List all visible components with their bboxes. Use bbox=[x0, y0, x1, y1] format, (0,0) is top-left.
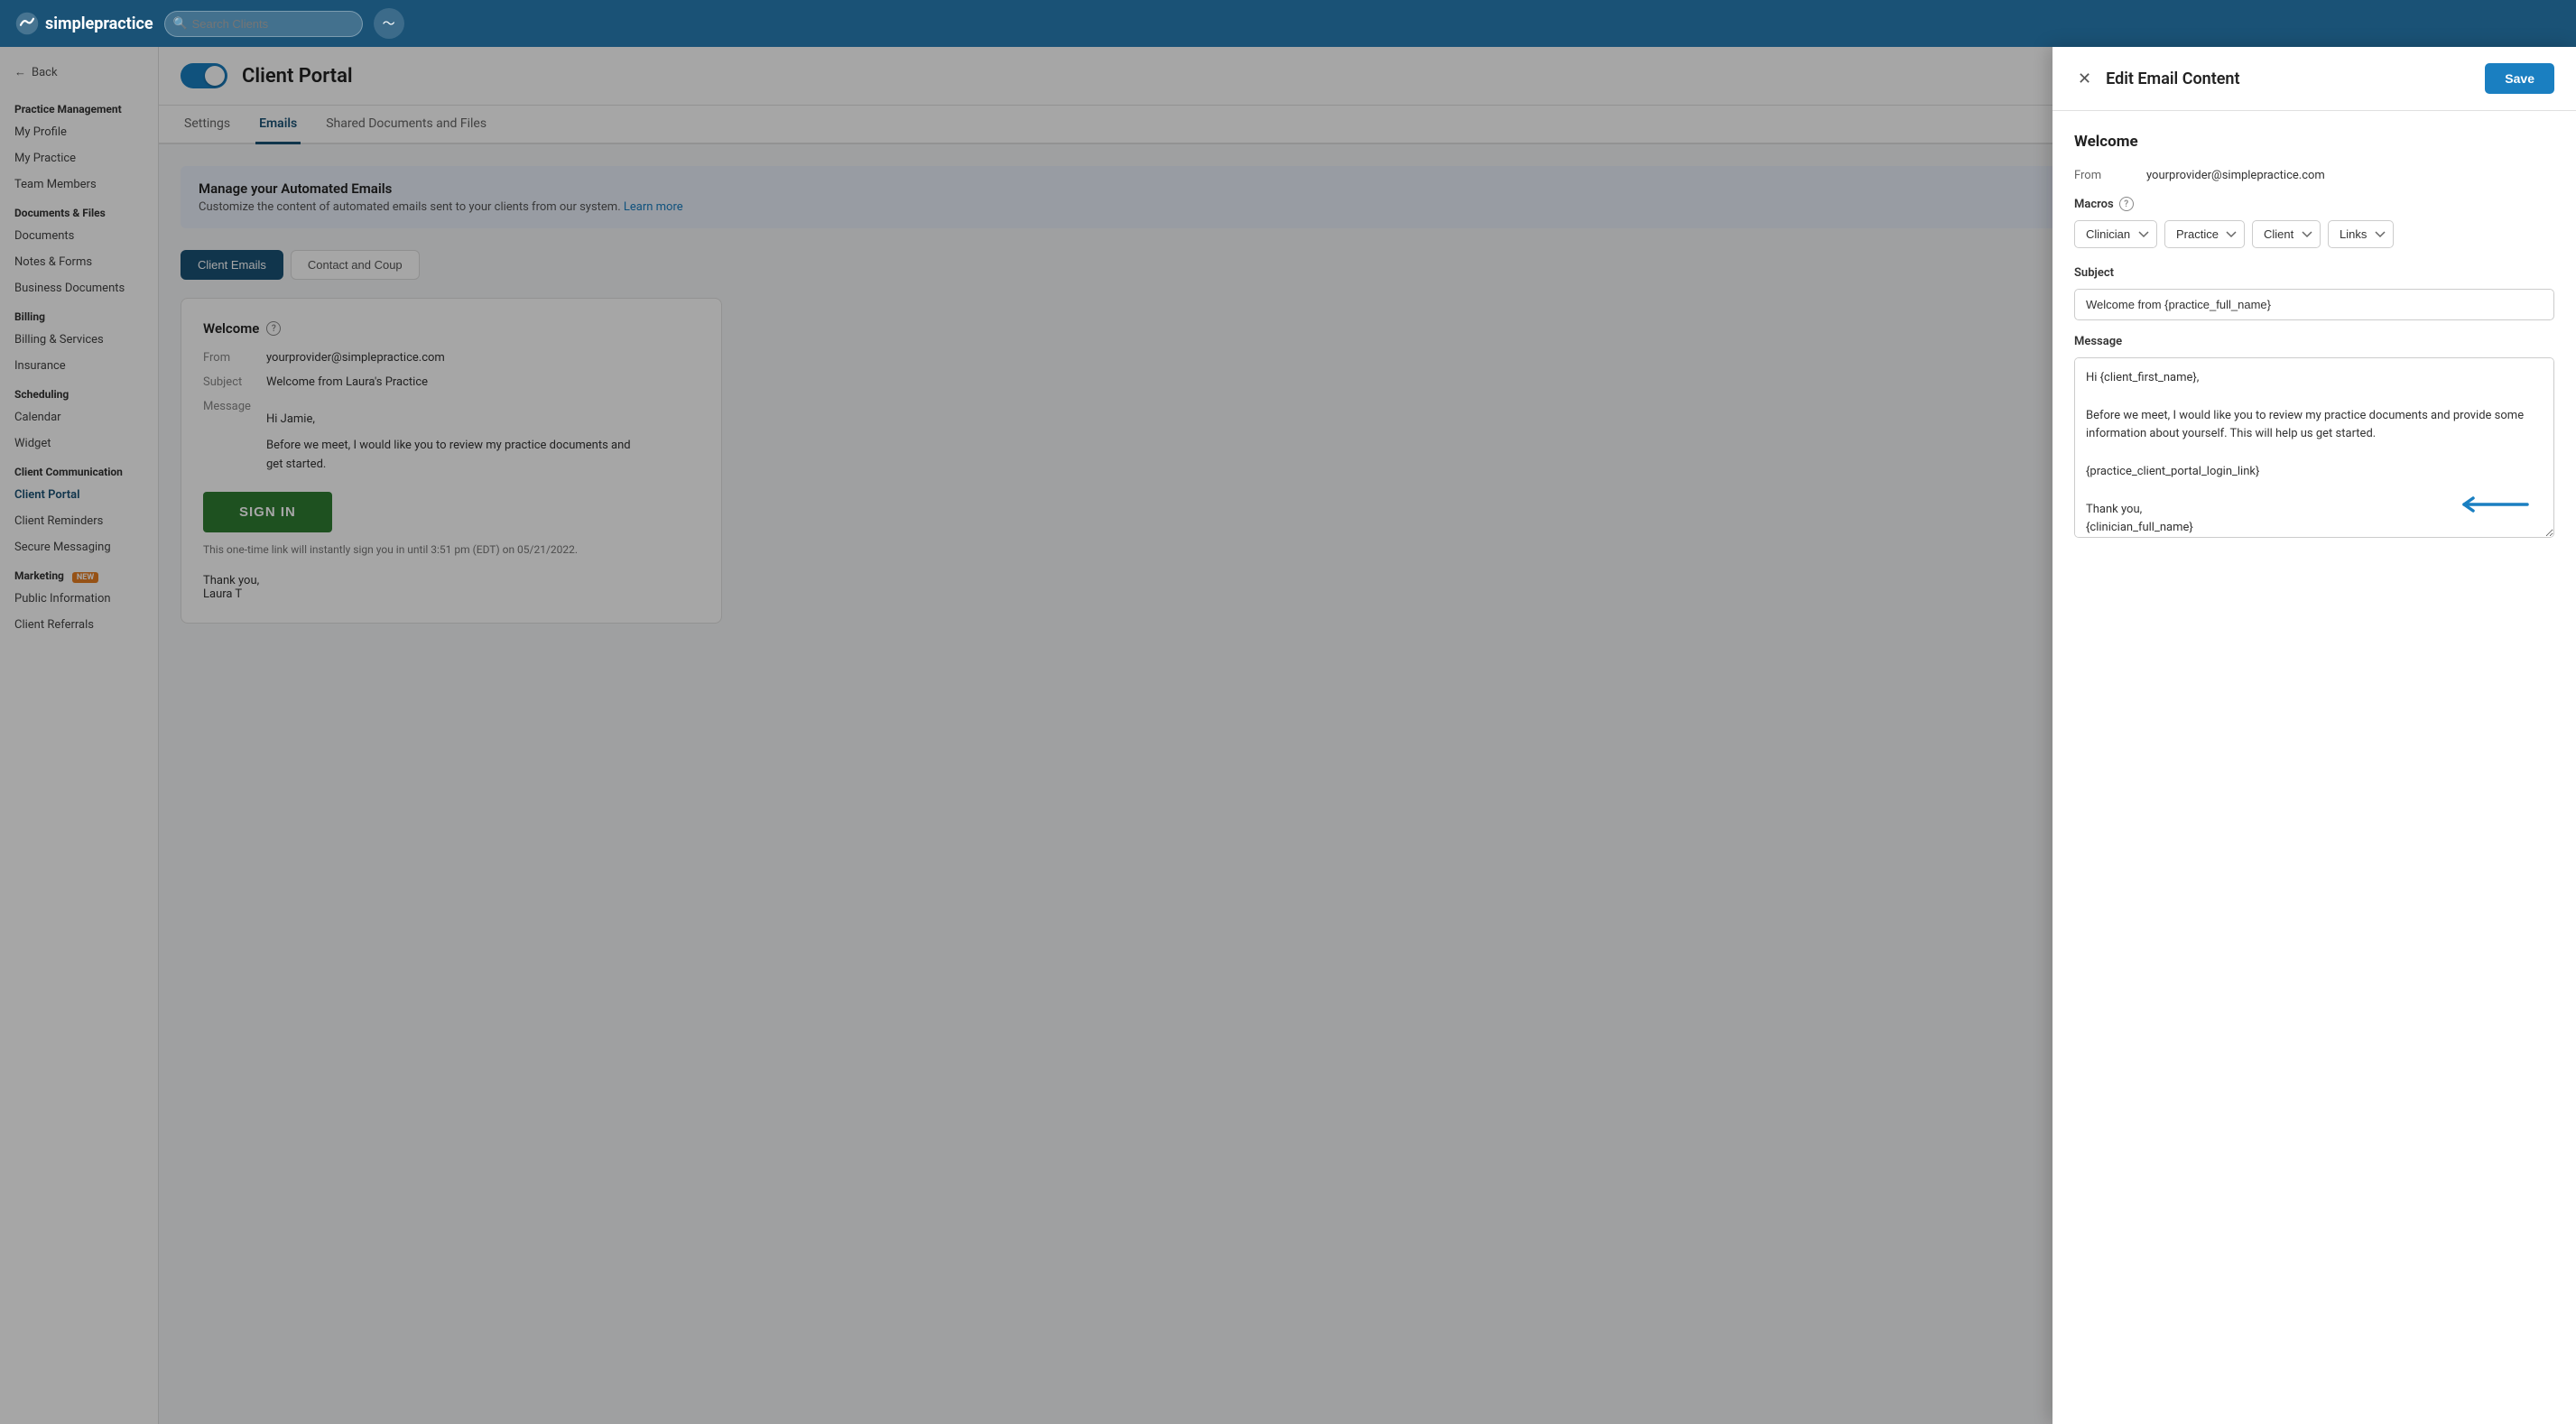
modal-message-label: Message bbox=[2074, 335, 2122, 348]
macros-label: Macros bbox=[2074, 198, 2114, 211]
client-macro-select[interactable]: Client bbox=[2252, 220, 2321, 248]
notifications-button[interactable]: 〜 bbox=[374, 8, 404, 39]
search-input[interactable] bbox=[164, 11, 363, 37]
modal-from-label: From bbox=[2074, 169, 2146, 182]
search-wrapper: 🔍 bbox=[164, 11, 363, 37]
modal-subject-label-row: Subject bbox=[2074, 266, 2554, 280]
modal-title-row: ✕ Edit Email Content bbox=[2074, 66, 2240, 92]
modal-from-value: yourprovider@simplepractice.com bbox=[2146, 169, 2554, 182]
edit-email-modal: ✕ Edit Email Content Save Welcome From y… bbox=[2052, 47, 2576, 1424]
subject-input[interactable] bbox=[2074, 289, 2554, 320]
activity-icon: 〜 bbox=[383, 14, 395, 32]
modal-close-button[interactable]: ✕ bbox=[2074, 66, 2095, 92]
top-navigation: simplepractice 🔍 〜 bbox=[0, 0, 2576, 47]
modal-section-title: Welcome bbox=[2074, 133, 2554, 151]
modal-header: ✕ Edit Email Content Save bbox=[2052, 47, 2576, 111]
message-textarea[interactable]: Hi {client_first_name}, Before we meet, … bbox=[2074, 357, 2554, 538]
clinician-macro-select[interactable]: Clinician bbox=[2074, 220, 2157, 248]
modal-message-label-row: Message bbox=[2074, 335, 2554, 348]
modal-from-row: From yourprovider@simplepractice.com bbox=[2074, 169, 2554, 182]
modal-title: Edit Email Content bbox=[2106, 69, 2239, 88]
modal-save-button[interactable]: Save bbox=[2485, 63, 2554, 94]
macros-row: Clinician Practice Client Links bbox=[2074, 220, 2554, 248]
modal-macros-label-row: Macros ? bbox=[2074, 197, 2554, 211]
modal-body: Welcome From yourprovider@simplepractice… bbox=[2052, 111, 2576, 1424]
modal-overlay: ✕ Edit Email Content Save Welcome From y… bbox=[0, 47, 2576, 1424]
message-container: Hi {client_first_name}, Before we meet, … bbox=[2074, 357, 2554, 541]
logo-text: simplepractice bbox=[45, 14, 153, 33]
practice-macro-select[interactable]: Practice bbox=[2164, 220, 2245, 248]
modal-subject-label: Subject bbox=[2074, 266, 2114, 280]
app-logo[interactable]: simplepractice bbox=[14, 11, 153, 36]
links-macro-select[interactable]: Links bbox=[2328, 220, 2394, 248]
macros-help-icon[interactable]: ? bbox=[2119, 197, 2134, 211]
